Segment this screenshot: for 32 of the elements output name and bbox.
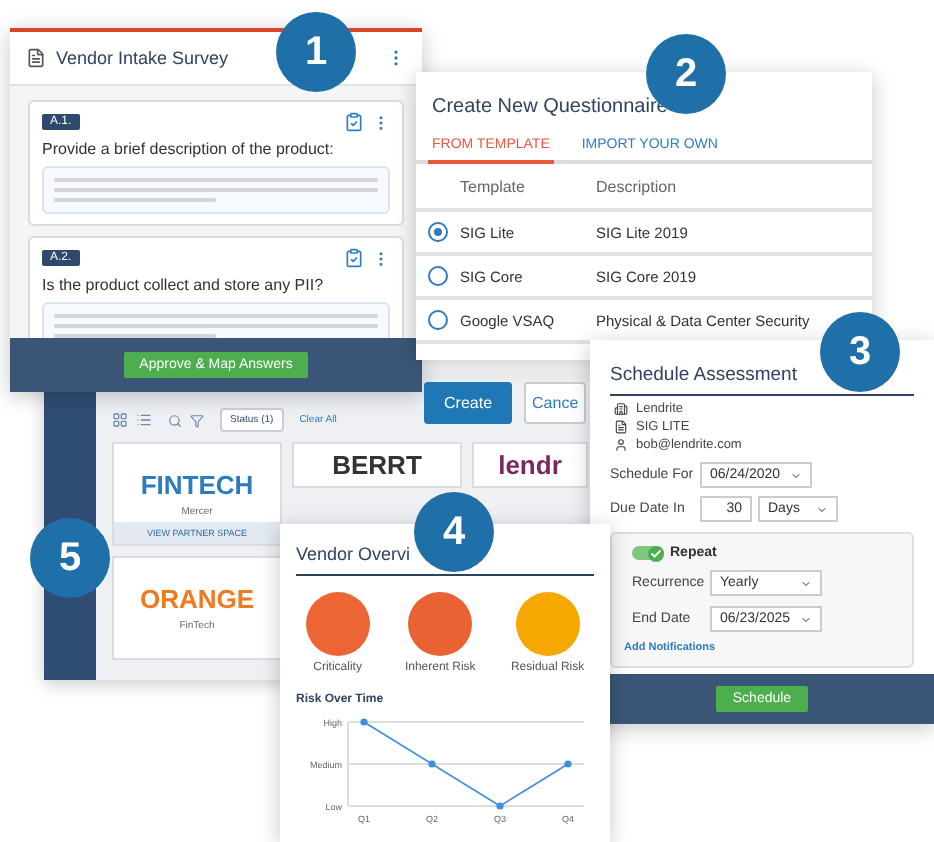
card-title: Vendor Intake Survey	[56, 48, 229, 68]
building-icon	[614, 402, 628, 416]
question-text: Is the product collect and store any PII?	[42, 276, 326, 294]
vendor-tile[interactable]: lendr	[472, 442, 588, 488]
vendor-logo: lendr	[498, 450, 562, 480]
check-icon	[650, 547, 662, 559]
clipboard-check-icon[interactable]	[344, 248, 364, 268]
create-button[interactable]: Create	[424, 382, 513, 424]
list-view-icon[interactable]	[136, 412, 152, 428]
cancel-button[interactable]: Cance	[524, 382, 587, 424]
radio-button[interactable]	[428, 222, 448, 242]
question-text: Provide a brief description of the product:	[42, 140, 336, 158]
form-icon	[614, 420, 628, 434]
column-header: Description	[596, 177, 679, 195]
chevron-down-icon	[800, 613, 812, 625]
vendor-logo: FINTECH	[140, 470, 254, 500]
vendor-logo: BERRT	[332, 450, 422, 480]
grid-view-icon[interactable]	[112, 412, 128, 428]
chevron-down-icon	[800, 577, 812, 589]
radio-button[interactable]	[428, 310, 448, 330]
form-icon	[26, 48, 46, 68]
chevron-down-icon	[816, 503, 828, 515]
repeat-toggle[interactable]	[632, 546, 664, 560]
user-icon	[614, 438, 628, 452]
clipboard-check-icon[interactable]	[344, 112, 364, 132]
radio-button[interactable]	[428, 266, 448, 286]
search-icon[interactable]	[168, 413, 182, 427]
filter-icon[interactable]	[190, 413, 204, 427]
column-header: Template	[460, 177, 527, 195]
chevron-down-icon	[790, 469, 802, 481]
vendor-logo: ORANGE	[139, 584, 255, 614]
vendor-tile[interactable]: BERRT	[292, 442, 462, 488]
